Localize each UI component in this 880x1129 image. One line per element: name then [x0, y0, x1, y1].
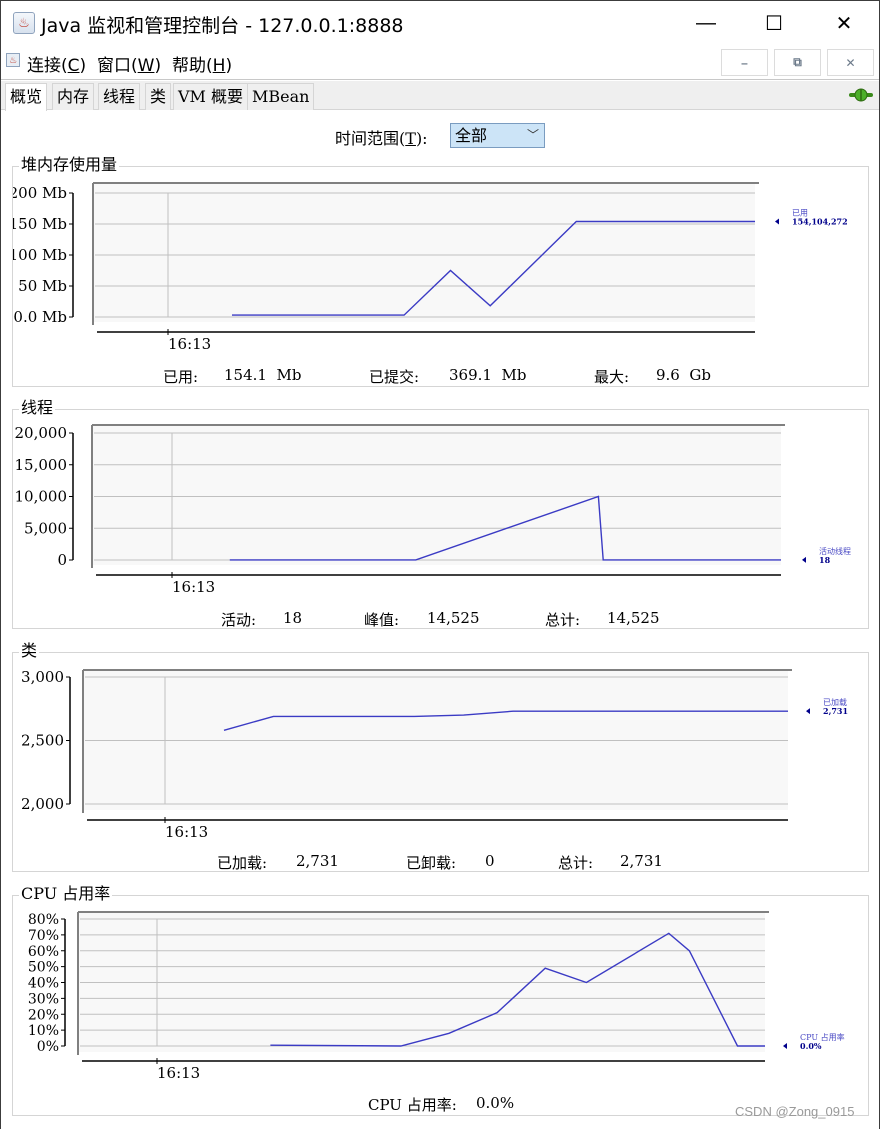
- tab-mbean[interactable]: MBean: [247, 83, 315, 110]
- classes-chart: 2,0002,5003,00016:13已加载2,731: [21, 668, 848, 841]
- inner-restore-button[interactable]: ⧉: [774, 49, 821, 76]
- y-tick-label: 200 Mb: [13, 184, 67, 202]
- tab-bar: 概览 内存 线程 类 VM 概要 MBean: [1, 81, 879, 111]
- stat-value: 2,731: [620, 852, 663, 870]
- java-app-icon: ♨: [13, 12, 35, 34]
- stat-value: 2,731: [296, 852, 339, 870]
- stat-value: 18: [283, 609, 303, 627]
- stat-value: 0.0%: [476, 1094, 515, 1112]
- y-tick-label: 80%: [28, 912, 59, 928]
- maximize-button[interactable]: ☐: [739, 1, 809, 45]
- heap-memory-panel: 堆内存使用量 0.0 Mb 50 Mb 100 Mb 150 Mb 200 Mb 16:1…: [12, 156, 869, 387]
- cpu-usage-chart: 0%10%20%30%40%50%60%70%80%16:13CPU 占用率0.…: [28, 911, 845, 1082]
- y-tick-label: 0%: [37, 1039, 59, 1055]
- y-tick-label: 2,500: [21, 732, 64, 750]
- threads-panel: 线程 0 5,000 10,000 15,000 20,000 16:13 活动线程 18 活…: [12, 399, 869, 629]
- window-title: Java 监视和管理控制台 - 127.0.0.1:8888: [41, 15, 404, 37]
- x-tick-label: 16:13: [165, 823, 208, 841]
- stat-value: 154.1 Mb: [224, 366, 302, 384]
- menu-window[interactable]: 窗口(W): [97, 51, 161, 76]
- x-tick-label: 16:13: [168, 335, 211, 353]
- time-range-selected-value: 全部: [455, 126, 488, 145]
- tab-overview[interactable]: 概览: [5, 83, 48, 111]
- y-tick-label: 50 Mb: [18, 277, 67, 295]
- tab-memory[interactable]: 内存: [52, 83, 95, 110]
- stat-value: 9.6 Gb: [656, 366, 711, 384]
- menu-connection[interactable]: 连接(C): [27, 51, 86, 76]
- stat-label: 已提交:: [369, 368, 420, 386]
- y-tick-label: 70%: [28, 928, 59, 944]
- y-tick-label: 20,000: [15, 424, 68, 442]
- x-tick-label: 16:13: [172, 578, 215, 596]
- y-tick-label: 0.0 Mb: [13, 308, 67, 326]
- legend-value: 18: [819, 555, 831, 565]
- stat-label: 已加载:: [217, 854, 268, 872]
- heap-memory-chart: 0.0 Mb50 Mb100 Mb150 Mb200 Mb16:13已用154,…: [13, 182, 848, 353]
- legend-value: 154,104,272: [792, 217, 848, 227]
- legend-marker: [775, 218, 779, 225]
- y-tick-label: 30%: [28, 991, 59, 1007]
- legend-marker: [806, 708, 810, 715]
- close-button[interactable]: ✕: [809, 1, 879, 45]
- stat-label: 最大:: [594, 368, 630, 386]
- y-tick-label: 2,000: [21, 795, 64, 813]
- y-tick-label: 50%: [28, 960, 59, 976]
- y-tick-label: 15,000: [15, 456, 68, 474]
- y-tick-label: 150 Mb: [13, 215, 67, 233]
- tab-classes[interactable]: 类: [145, 83, 172, 110]
- chevron-down-icon: ﹀: [526, 128, 539, 142]
- stat-label: 总计:: [545, 611, 581, 629]
- internal-frame-java-icon[interactable]: ♨: [6, 53, 20, 67]
- y-tick-label: 0: [57, 551, 67, 569]
- y-tick-label: 10%: [28, 1023, 59, 1039]
- stat-label: 活动:: [221, 611, 257, 629]
- y-tick-label: 20%: [28, 1007, 59, 1023]
- stat-label: 峰值:: [364, 611, 400, 629]
- legend-marker: [802, 556, 806, 563]
- legend-marker: [783, 1043, 787, 1049]
- stat-value: 14,525: [427, 609, 480, 627]
- legend-value: 0.0%: [800, 1041, 822, 1051]
- stat-label: 已卸载:: [406, 854, 457, 872]
- overview-content: 时间范围(T): 全部 ﹀ 堆内存使用量 0.0 Mb 50 Mb 100 Mb 15…: [1, 111, 879, 1129]
- legend-value: 2,731: [823, 706, 848, 716]
- menu-help[interactable]: 帮助(H): [172, 51, 232, 76]
- y-tick-label: 5,000: [24, 519, 67, 537]
- inner-minimize-button[interactable]: –: [721, 49, 768, 76]
- y-tick-label: 3,000: [21, 668, 64, 686]
- classes-panel: 类 2,000 2,500 3,000 16:13 已加载 2,731 已加载: 2,73…: [12, 642, 869, 872]
- stat-label: 已用:: [163, 368, 199, 386]
- inner-close-button[interactable]: ✕: [827, 49, 874, 76]
- threads-chart: 05,00010,00015,00020,00016:13活动线程18: [15, 424, 851, 596]
- time-range-select[interactable]: 全部 ﹀: [450, 123, 545, 148]
- stat-label: 总计:: [558, 854, 594, 872]
- tab-threads[interactable]: 线程: [98, 83, 141, 110]
- jconsole-window: ♨ Java 监视和管理控制台 - 127.0.0.1:8888 — ☐ ✕ ♨…: [0, 0, 880, 1129]
- stat-label: CPU 占用率:: [368, 1096, 457, 1114]
- stat-value: 0: [485, 852, 495, 870]
- stat-value: 14,525: [607, 609, 660, 627]
- plot-area: [93, 183, 755, 322]
- menu-bar: ♨ 连接(C) 窗口(W) 帮助(H) – ⧉ ✕: [1, 45, 879, 80]
- watermark: CSDN @Zong_0915: [735, 1104, 855, 1119]
- tab-vm-summary[interactable]: VM 概要: [173, 83, 249, 110]
- cpu-usage-panel: CPU 占用率 0% 10% 20% 30% 40% 50% 60% 70% 80% 16:13 C…: [12, 885, 869, 1116]
- y-tick-label: 40%: [28, 976, 59, 992]
- y-tick-label: 60%: [28, 944, 59, 960]
- plot-area: [92, 425, 781, 565]
- x-tick-label: 16:13: [157, 1064, 200, 1082]
- time-range-label: 时间范围(T):: [335, 129, 428, 148]
- y-tick-label: 100 Mb: [13, 246, 67, 264]
- minimize-button[interactable]: —: [671, 1, 741, 45]
- stat-value: 369.1 Mb: [449, 366, 527, 384]
- y-tick-label: 10,000: [15, 488, 68, 506]
- connected-plug-icon[interactable]: [849, 88, 873, 102]
- title-bar[interactable]: ♨ Java 监视和管理控制台 - 127.0.0.1:8888 — ☐ ✕: [1, 1, 879, 45]
